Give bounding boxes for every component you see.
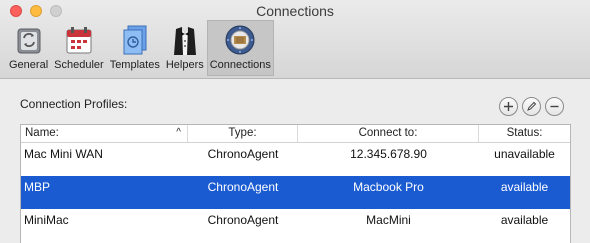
- toolbar-templates-label: Templates: [109, 59, 160, 71]
- profile-actions: [499, 97, 564, 116]
- calendar-icon: [66, 27, 92, 54]
- table-row[interactable]: Mac Mini WAN ChronoAgent 12.345.678.90 u…: [21, 143, 570, 176]
- minus-icon: [550, 105, 559, 108]
- cell-status: unavailable: [494, 147, 555, 161]
- column-header-status[interactable]: Status:: [479, 125, 570, 142]
- column-header-type[interactable]: Type:: [188, 125, 298, 142]
- connection-profiles-label: Connection Profiles:: [20, 97, 128, 111]
- add-profile-button[interactable]: [499, 97, 518, 116]
- templates-document-icon: [123, 25, 147, 55]
- cell-name: MBP: [24, 180, 51, 194]
- toolbar-general-label: General: [9, 59, 49, 71]
- connections-globe-icon: [225, 25, 255, 55]
- add-icon: [504, 102, 513, 111]
- cell-name: MiniMac: [24, 213, 69, 227]
- cell-connect-to: MacMini: [366, 213, 411, 227]
- column-header-name-label: Name:: [25, 127, 59, 139]
- table-header: Name: ^ Type: Connect to: Status:: [21, 125, 570, 143]
- general-switch-icon: [17, 28, 41, 54]
- preferences-toolbar: General Scheduler Templates Helpers Conn…: [6, 20, 274, 78]
- toolbar-general[interactable]: General: [6, 20, 51, 76]
- cell-type: ChronoAgent: [207, 147, 279, 161]
- pencil-icon: [527, 101, 537, 111]
- table-row-selected[interactable]: MBP ChronoAgent Macbook Pro available: [21, 176, 570, 209]
- toolbar-helpers-label: Helpers: [165, 59, 204, 71]
- column-header-connect-to[interactable]: Connect to:: [298, 125, 479, 142]
- connection-profiles-table: Name: ^ Type: Connect to: Status: Mac Mi…: [20, 124, 571, 243]
- cell-type: ChronoAgent: [207, 213, 279, 227]
- table-row[interactable]: MiniMac ChronoAgent MacMini available: [21, 209, 570, 242]
- cell-status: available: [500, 180, 549, 194]
- cell-status: available: [500, 213, 549, 227]
- toolbar-connections[interactable]: Connections: [206, 20, 274, 76]
- tuxedo-icon: [173, 27, 196, 55]
- toolbar-templates[interactable]: Templates: [107, 20, 163, 76]
- toolbar-scheduler[interactable]: Scheduler: [51, 20, 107, 76]
- toolbar-helpers[interactable]: Helpers: [163, 20, 207, 76]
- toolbar-scheduler-label: Scheduler: [54, 59, 104, 71]
- title-bar: Connections General Scheduler Templates …: [0, 0, 590, 79]
- cell-type: ChronoAgent: [207, 180, 279, 194]
- cell-name: Mac Mini WAN: [24, 147, 103, 161]
- cell-connect-to: Macbook Pro: [353, 180, 424, 194]
- preferences-window: Connections General Scheduler Templates …: [0, 0, 590, 243]
- remove-profile-button[interactable]: [545, 97, 564, 116]
- window-title: Connections: [256, 3, 334, 19]
- cell-connect-to: 12.345.678.90: [350, 147, 427, 161]
- edit-profile-button[interactable]: [522, 97, 541, 116]
- sort-ascending-icon: ^: [176, 127, 181, 138]
- toolbar-connections-label: Connections: [209, 59, 271, 71]
- column-header-name[interactable]: Name: ^: [21, 125, 188, 142]
